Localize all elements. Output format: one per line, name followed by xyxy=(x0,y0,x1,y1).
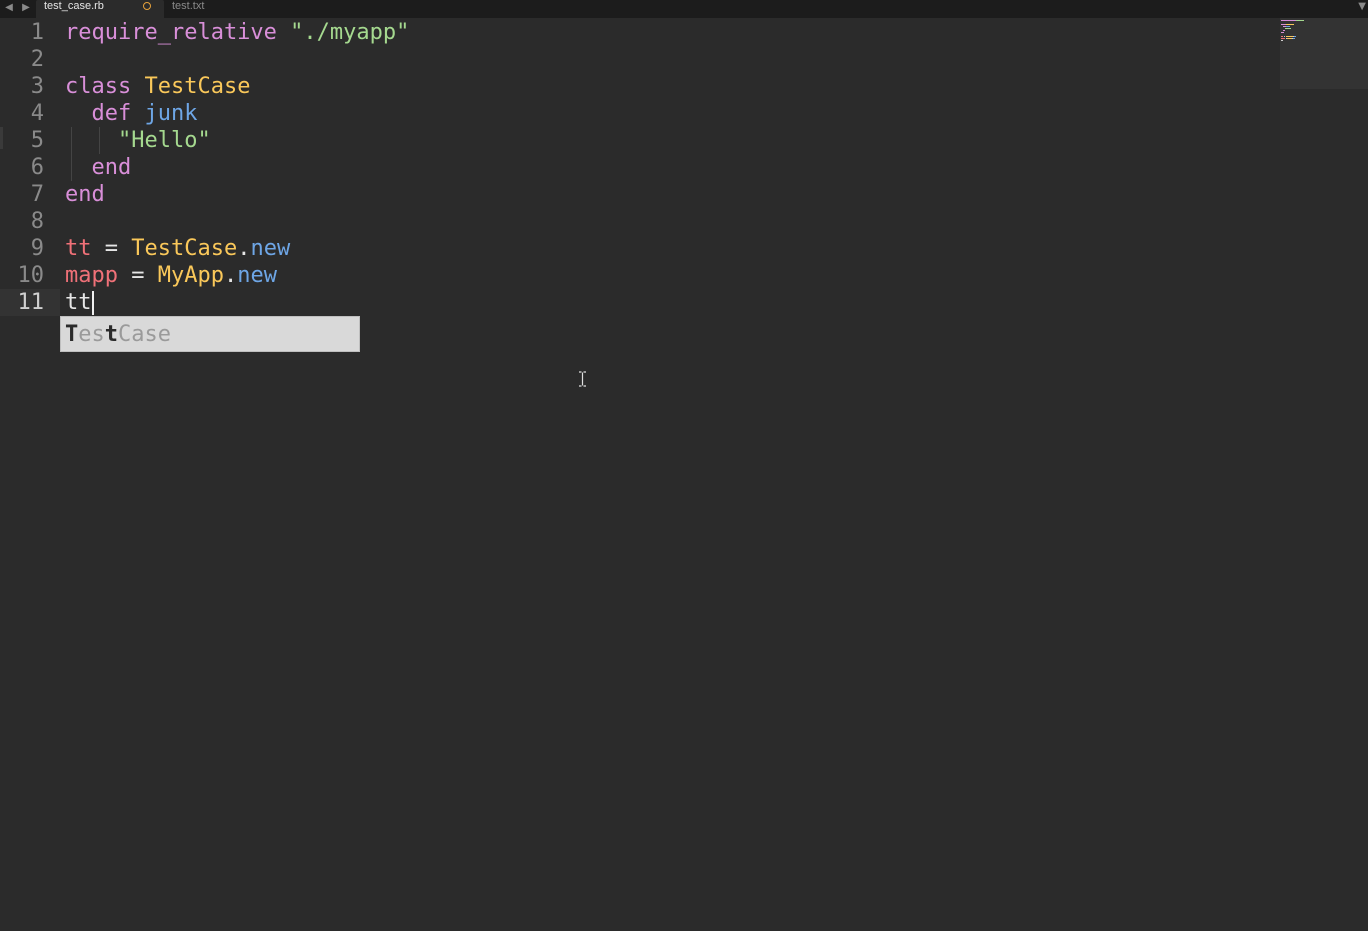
line-number: 3 xyxy=(30,74,44,99)
code-token: = xyxy=(91,236,132,261)
code-token: TestCase xyxy=(131,236,238,261)
code-token: TestCase xyxy=(144,74,251,99)
line-number: 11 xyxy=(17,290,45,315)
minimap-line xyxy=(1282,30,1286,31)
code-token: MyApp xyxy=(157,263,224,288)
code-line: class TestCase xyxy=(65,73,250,100)
minimap-line xyxy=(1292,38,1296,39)
code-line: def junk xyxy=(65,100,197,127)
code-line: end xyxy=(65,154,131,181)
autocomplete-match-text: t xyxy=(104,322,118,347)
code-token: end xyxy=(65,182,105,207)
tab-label: test.txt xyxy=(172,0,205,12)
tab-test-case-rb[interactable]: test_case.rb xyxy=(36,0,164,18)
line-number: 6 xyxy=(30,155,44,180)
code-token: . xyxy=(237,236,251,261)
line-number: 1 xyxy=(30,20,44,45)
minimap-line xyxy=(1285,36,1293,37)
line-number: 7 xyxy=(30,182,44,207)
code-token: end xyxy=(65,155,132,180)
code-token: tt xyxy=(65,236,92,261)
tab-overflow-icon[interactable]: ▼ xyxy=(1358,0,1366,14)
minimap-line xyxy=(1293,36,1297,37)
minimap-line xyxy=(1281,32,1284,33)
minimap-line xyxy=(1281,36,1283,37)
line-number: 8 xyxy=(30,209,44,234)
minimap-line xyxy=(1284,28,1291,29)
autocomplete-rest-text: Case xyxy=(118,322,171,347)
code-token: "./myapp" xyxy=(290,20,410,45)
tab-test-txt[interactable]: test.txt xyxy=(164,0,284,18)
code-line: tt xyxy=(65,289,92,316)
text-cursor xyxy=(92,291,94,315)
tab-label: test_case.rb xyxy=(44,0,104,12)
minimap-line xyxy=(1286,24,1294,25)
minimap-line xyxy=(1286,26,1290,27)
minimap-line xyxy=(1296,20,1305,21)
tab-bar: ◀ ▶ test_case.rb test.txt ▼ xyxy=(0,0,1368,18)
code-line: "Hello" xyxy=(65,127,211,154)
minimap-line xyxy=(1281,38,1285,39)
autocomplete-item[interactable]: TestCase xyxy=(65,320,171,350)
code-token: = xyxy=(117,263,158,288)
code-token: class xyxy=(65,74,145,99)
minimap[interactable] xyxy=(1280,18,1368,89)
back-arrow-icon[interactable]: ◀ xyxy=(4,1,14,15)
code-token: tt xyxy=(65,290,92,315)
forward-arrow-icon[interactable]: ▶ xyxy=(21,1,31,15)
code-line: tt = TestCase.new xyxy=(65,235,290,262)
code-token: "Hello" xyxy=(65,128,211,153)
line-number: 9 xyxy=(30,236,44,261)
code-token: mapp xyxy=(65,263,118,288)
autocomplete-popup[interactable]: TestCase xyxy=(60,316,360,352)
autocomplete-rest-text: es xyxy=(78,322,105,347)
minimap-line xyxy=(1281,40,1283,41)
code-token: def xyxy=(65,101,145,126)
unsaved-dot-icon[interactable] xyxy=(143,2,151,10)
line-number: 5 xyxy=(30,128,44,153)
code-line: require_relative "./myapp" xyxy=(65,19,409,46)
code-line: end xyxy=(65,181,105,208)
line-number: 10 xyxy=(17,263,45,288)
code-token: new xyxy=(250,236,291,261)
line-number: 4 xyxy=(30,101,44,126)
code-token: new xyxy=(237,263,277,288)
autocomplete-match-text: T xyxy=(65,322,79,347)
minimap-line xyxy=(1281,20,1297,21)
ibeam-cursor-icon xyxy=(579,371,586,387)
code-line: mapp = MyApp.new xyxy=(65,262,277,289)
code-token: require_relative xyxy=(65,20,291,45)
code-token: . xyxy=(223,263,238,288)
line-number: 2 xyxy=(30,47,44,72)
code-token: junk xyxy=(144,101,198,126)
